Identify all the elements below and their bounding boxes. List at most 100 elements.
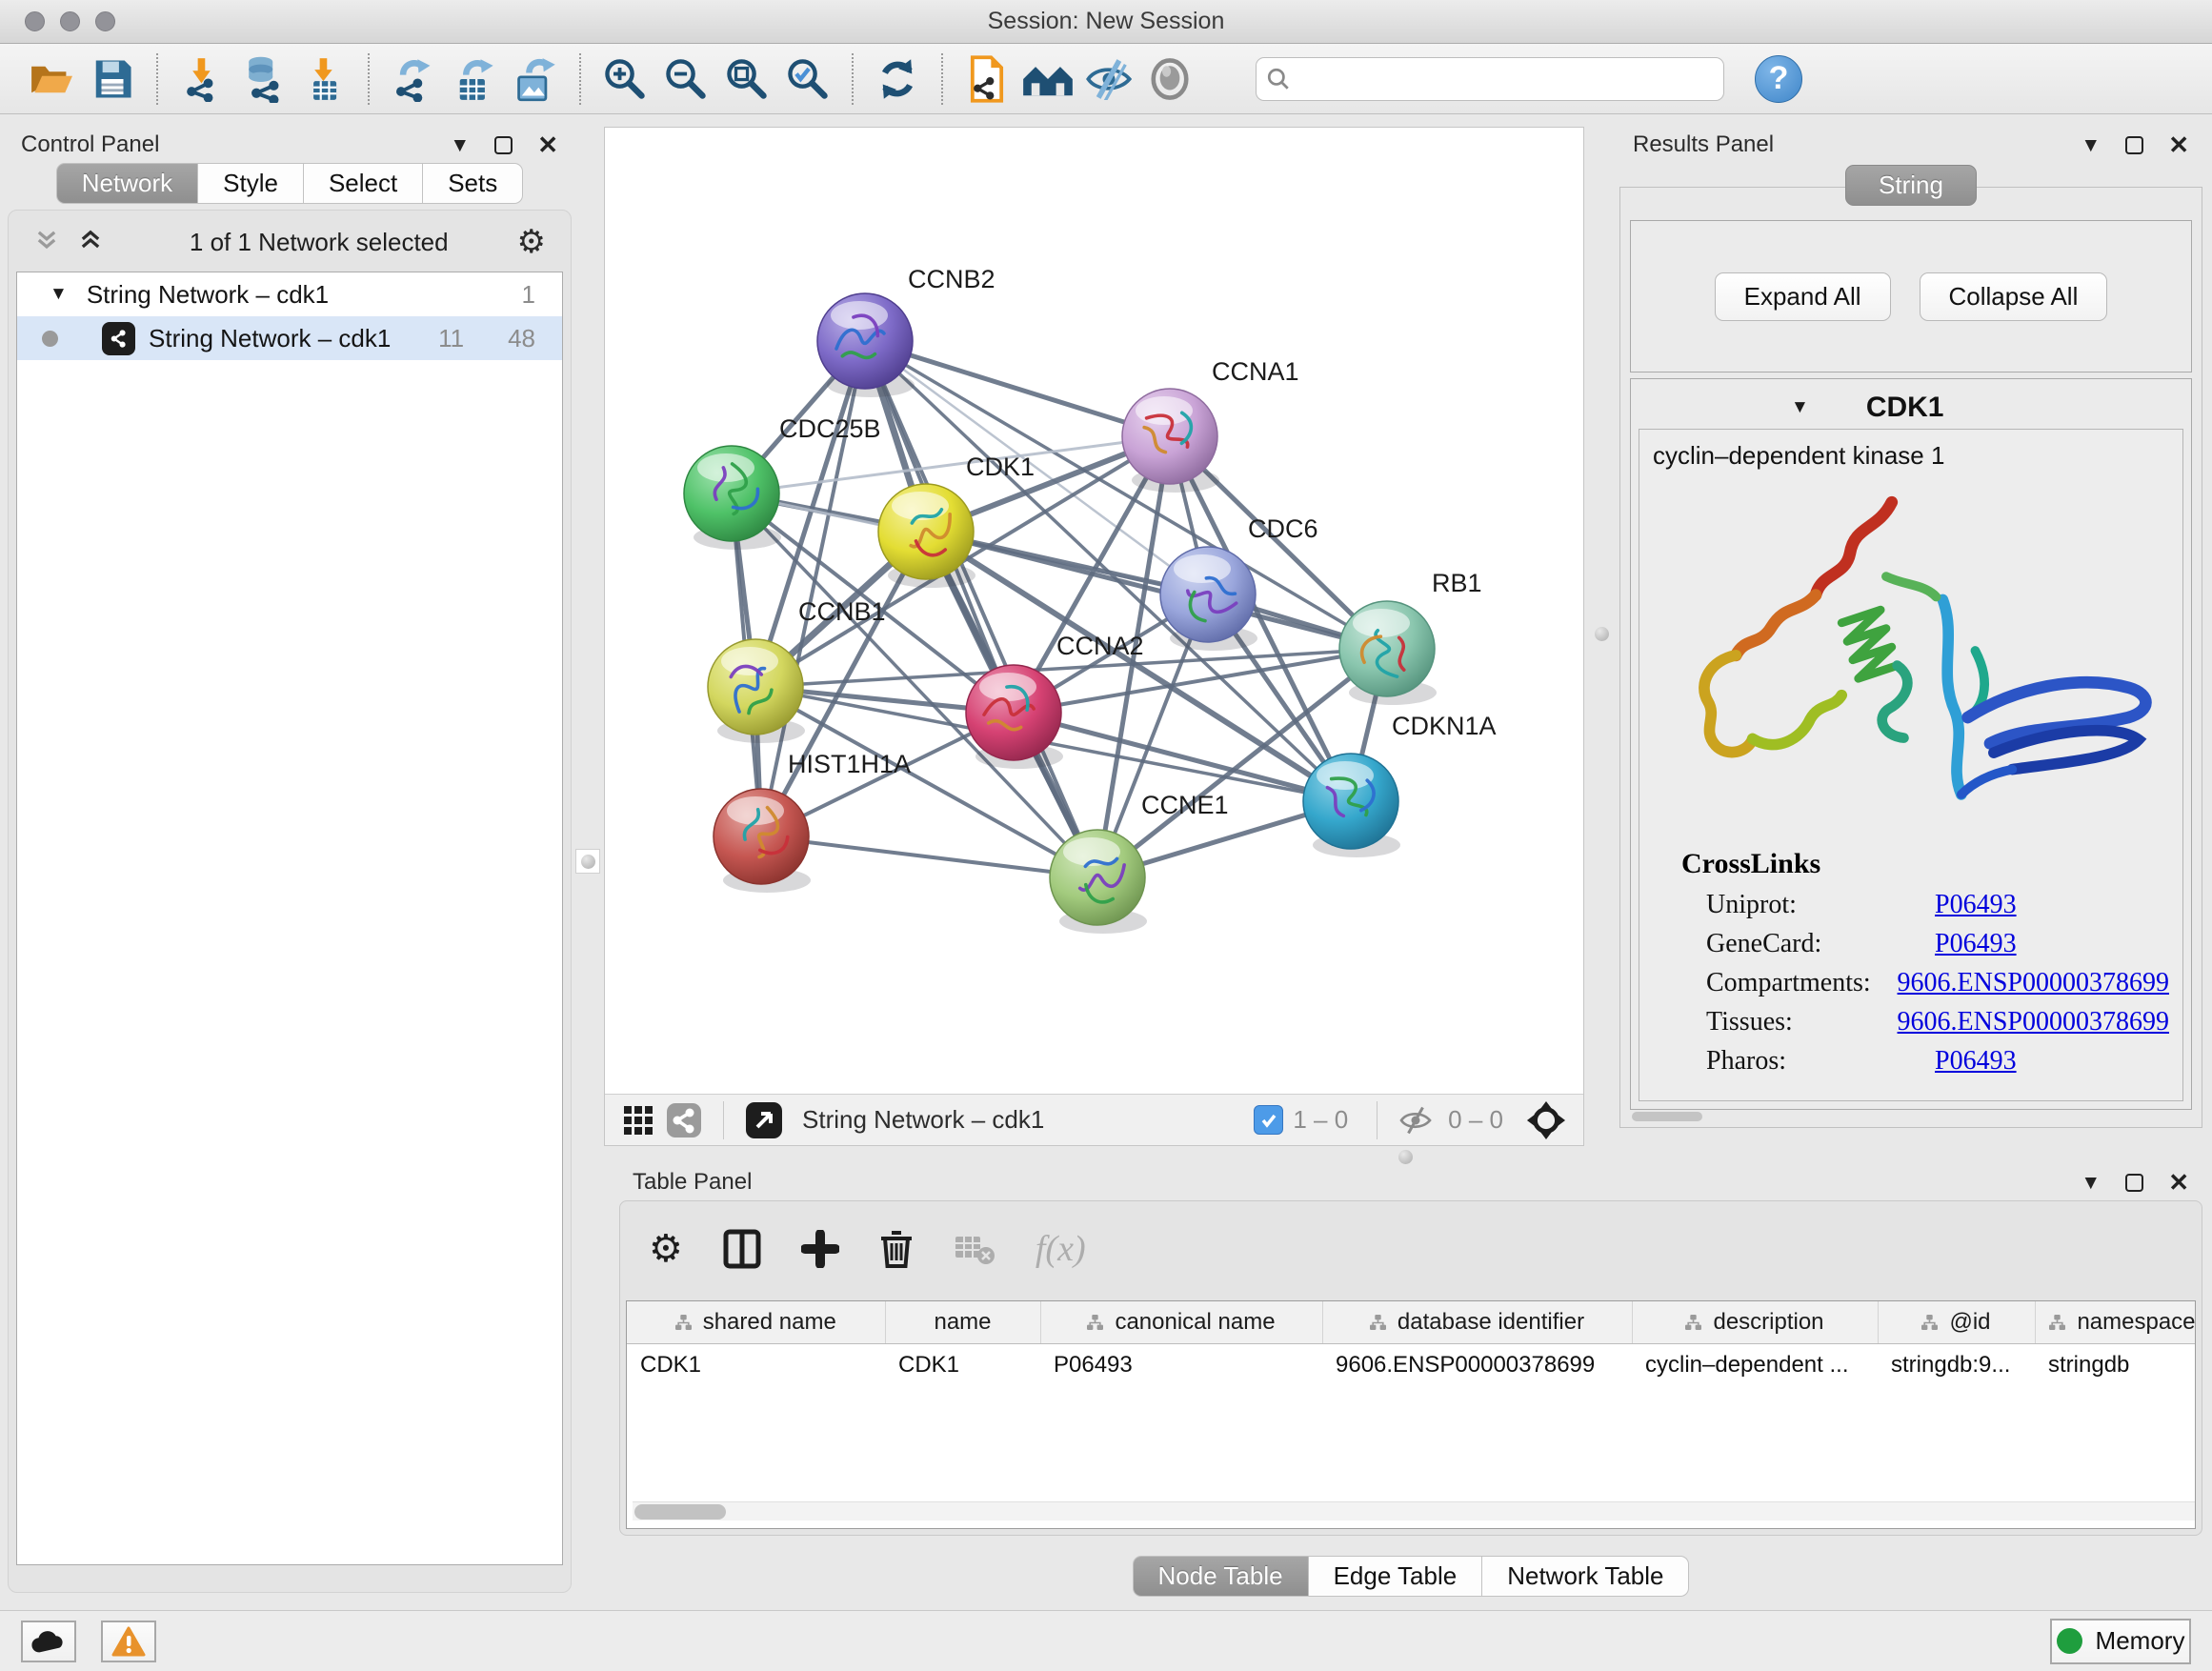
- network-node-ccne1[interactable]: CCNE1: [1050, 791, 1229, 934]
- scrollbar-thumb[interactable]: [634, 1504, 726, 1520]
- crosslink-row: GeneCard: P06493: [1706, 929, 2169, 959]
- save-session-button[interactable]: [82, 50, 143, 109]
- network-node-ccnb1[interactable]: CCNB1: [708, 597, 886, 743]
- network-tree: ▼ String Network – cdk1 1 String Network…: [16, 272, 563, 1565]
- table-options-gear-icon[interactable]: ⚙: [649, 1227, 683, 1271]
- column-header--id[interactable]: @id: [1878, 1301, 2035, 1343]
- zoom-in-button[interactable]: [594, 50, 655, 109]
- left-splitter-handle[interactable]: [575, 849, 600, 874]
- table-horizontal-scrollbar[interactable]: [633, 1501, 2196, 1520]
- column-header-name[interactable]: name: [885, 1301, 1040, 1343]
- tab-style[interactable]: Style: [198, 163, 304, 204]
- zoom-selected-button[interactable]: [777, 50, 838, 109]
- network-node-cdc6[interactable]: CDC6: [1160, 514, 1318, 651]
- selected-counts: 1 – 0: [1293, 1105, 1348, 1135]
- export-network-button[interactable]: [383, 50, 444, 109]
- column-header-description[interactable]: description: [1632, 1301, 1878, 1343]
- crosslink-link[interactable]: 9606.ENSP00000378699: [1898, 968, 2169, 998]
- open-session-button[interactable]: [21, 50, 82, 109]
- network-row-selected[interactable]: String Network – cdk1 11 48: [17, 316, 562, 360]
- tab-network[interactable]: Network: [56, 163, 198, 204]
- tab-string[interactable]: String: [1845, 165, 1977, 206]
- fit-content-crosshair-icon[interactable]: [1526, 1100, 1566, 1140]
- crosslink-link[interactable]: 9606.ENSP00000378699: [1898, 1007, 2169, 1037]
- crosslink-row: Uniprot: P06493: [1706, 890, 2169, 920]
- warning-status-button[interactable]: [101, 1621, 156, 1662]
- network-node-ccna1[interactable]: CCNA1: [1122, 357, 1299, 493]
- column-header-canonical-name[interactable]: canonical name: [1040, 1301, 1322, 1343]
- network-node-hist1h1a[interactable]: HIST1H1A: [714, 750, 911, 893]
- detach-view-icon[interactable]: [745, 1101, 783, 1139]
- search-input[interactable]: [1298, 61, 1714, 97]
- open-network-from-web-button[interactable]: [956, 50, 1017, 109]
- selected-nodes-checkbox[interactable]: [1254, 1105, 1283, 1135]
- tab-network-table[interactable]: Network Table: [1482, 1556, 1689, 1597]
- show-columns-icon[interactable]: [723, 1229, 761, 1269]
- panel-close-icon[interactable]: ✕: [2168, 1170, 2189, 1195]
- collapse-all-button[interactable]: Collapse All: [1920, 272, 2108, 321]
- network-collection-row[interactable]: ▼ String Network – cdk1 1: [17, 272, 562, 316]
- network-canvas[interactable]: CCNB2 CCNA1 CDC25B CDK1 CDC6: [605, 128, 1583, 1094]
- memory-button[interactable]: Memory: [2050, 1619, 2191, 1664]
- delete-column-icon[interactable]: [879, 1229, 914, 1269]
- panel-close-icon[interactable]: ✕: [2168, 132, 2189, 157]
- panel-float-icon[interactable]: ▼: [2081, 1173, 2101, 1193]
- zoom-fit-button[interactable]: [716, 50, 777, 109]
- export-table-button[interactable]: [444, 50, 505, 109]
- tab-select[interactable]: Select: [304, 163, 423, 204]
- import-network-from-file-button[interactable]: [171, 50, 232, 109]
- tab-sets[interactable]: Sets: [423, 163, 523, 204]
- panel-maximize-icon[interactable]: [2125, 1174, 2143, 1192]
- collection-caret-icon[interactable]: ▼: [50, 284, 68, 305]
- import-network-from-database-button[interactable]: [232, 50, 293, 109]
- results-horizontal-scrollbar[interactable]: [1632, 1112, 1702, 1121]
- network-edge[interactable]: [865, 341, 1097, 877]
- show-all-button[interactable]: [1139, 50, 1200, 109]
- zoom-out-button[interactable]: [655, 50, 716, 109]
- network-node-cdk1[interactable]: CDK1: [878, 453, 1035, 588]
- column-header-namespace[interactable]: namespace: [2035, 1301, 2196, 1343]
- node-label: CCNB2: [908, 265, 995, 293]
- network-node-cdc25b[interactable]: CDC25B: [684, 414, 881, 550]
- help-button[interactable]: ?: [1755, 55, 1802, 103]
- show-home-button[interactable]: [1017, 50, 1078, 109]
- panel-maximize-icon[interactable]: [494, 136, 513, 154]
- network-node-ccnb2[interactable]: CCNB2: [817, 265, 995, 397]
- apply-layout-button[interactable]: [867, 50, 928, 109]
- network-node-cdkn1a[interactable]: CDKN1A: [1303, 712, 1497, 857]
- tab-edge-table[interactable]: Edge Table: [1309, 1556, 1483, 1597]
- panel-maximize-icon[interactable]: [2125, 136, 2143, 154]
- refresh-icon: [875, 56, 920, 102]
- network-node-rb1[interactable]: RB1: [1339, 569, 1482, 705]
- table-row[interactable]: CDK1CDK1P064939606.ENSP00000378699cyclin…: [627, 1343, 2196, 1387]
- protein-header[interactable]: ▼ CDK1: [1639, 387, 2183, 429]
- column-header-database-identifier[interactable]: database identifier: [1322, 1301, 1632, 1343]
- add-column-icon[interactable]: [801, 1230, 839, 1268]
- crosslink-link[interactable]: P06493: [1935, 1046, 2017, 1077]
- hide-selected-button[interactable]: [1078, 50, 1139, 109]
- tab-node-table[interactable]: Node Table: [1133, 1556, 1309, 1597]
- crosslink-link[interactable]: P06493: [1935, 890, 2017, 920]
- panel-float-icon[interactable]: ▼: [2081, 135, 2101, 155]
- network-edge[interactable]: [926, 532, 1387, 649]
- export-image-button[interactable]: [505, 50, 566, 109]
- expand-all-networks-icon[interactable]: [77, 227, 104, 258]
- cloud-status-button[interactable]: [21, 1621, 76, 1662]
- panel-close-icon[interactable]: ✕: [537, 132, 558, 157]
- protein-details: cyclin–dependent kinase 1: [1639, 429, 2183, 1101]
- network-badge-icon[interactable]: [666, 1102, 702, 1138]
- hidden-eye-slash-icon[interactable]: [1398, 1106, 1433, 1135]
- network-edge[interactable]: [761, 836, 1097, 877]
- column-header-shared-name[interactable]: shared name: [627, 1301, 885, 1343]
- grid-view-icon[interactable]: [622, 1104, 654, 1137]
- right-splitter-handle[interactable]: [1589, 621, 1614, 646]
- protein-caret-icon[interactable]: ▼: [1791, 397, 1809, 418]
- table-toolbar: ⚙ f(x): [620, 1201, 2202, 1297]
- collapse-all-networks-icon[interactable]: [33, 227, 60, 258]
- import-table-from-file-button[interactable]: [293, 50, 354, 109]
- crosslink-link[interactable]: P06493: [1935, 929, 2017, 959]
- panel-float-icon[interactable]: ▼: [450, 135, 470, 155]
- network-options-gear-icon[interactable]: ⚙: [517, 226, 546, 258]
- bottom-splitter-handle[interactable]: [1393, 1144, 1418, 1169]
- expand-all-button[interactable]: Expand All: [1715, 272, 1891, 321]
